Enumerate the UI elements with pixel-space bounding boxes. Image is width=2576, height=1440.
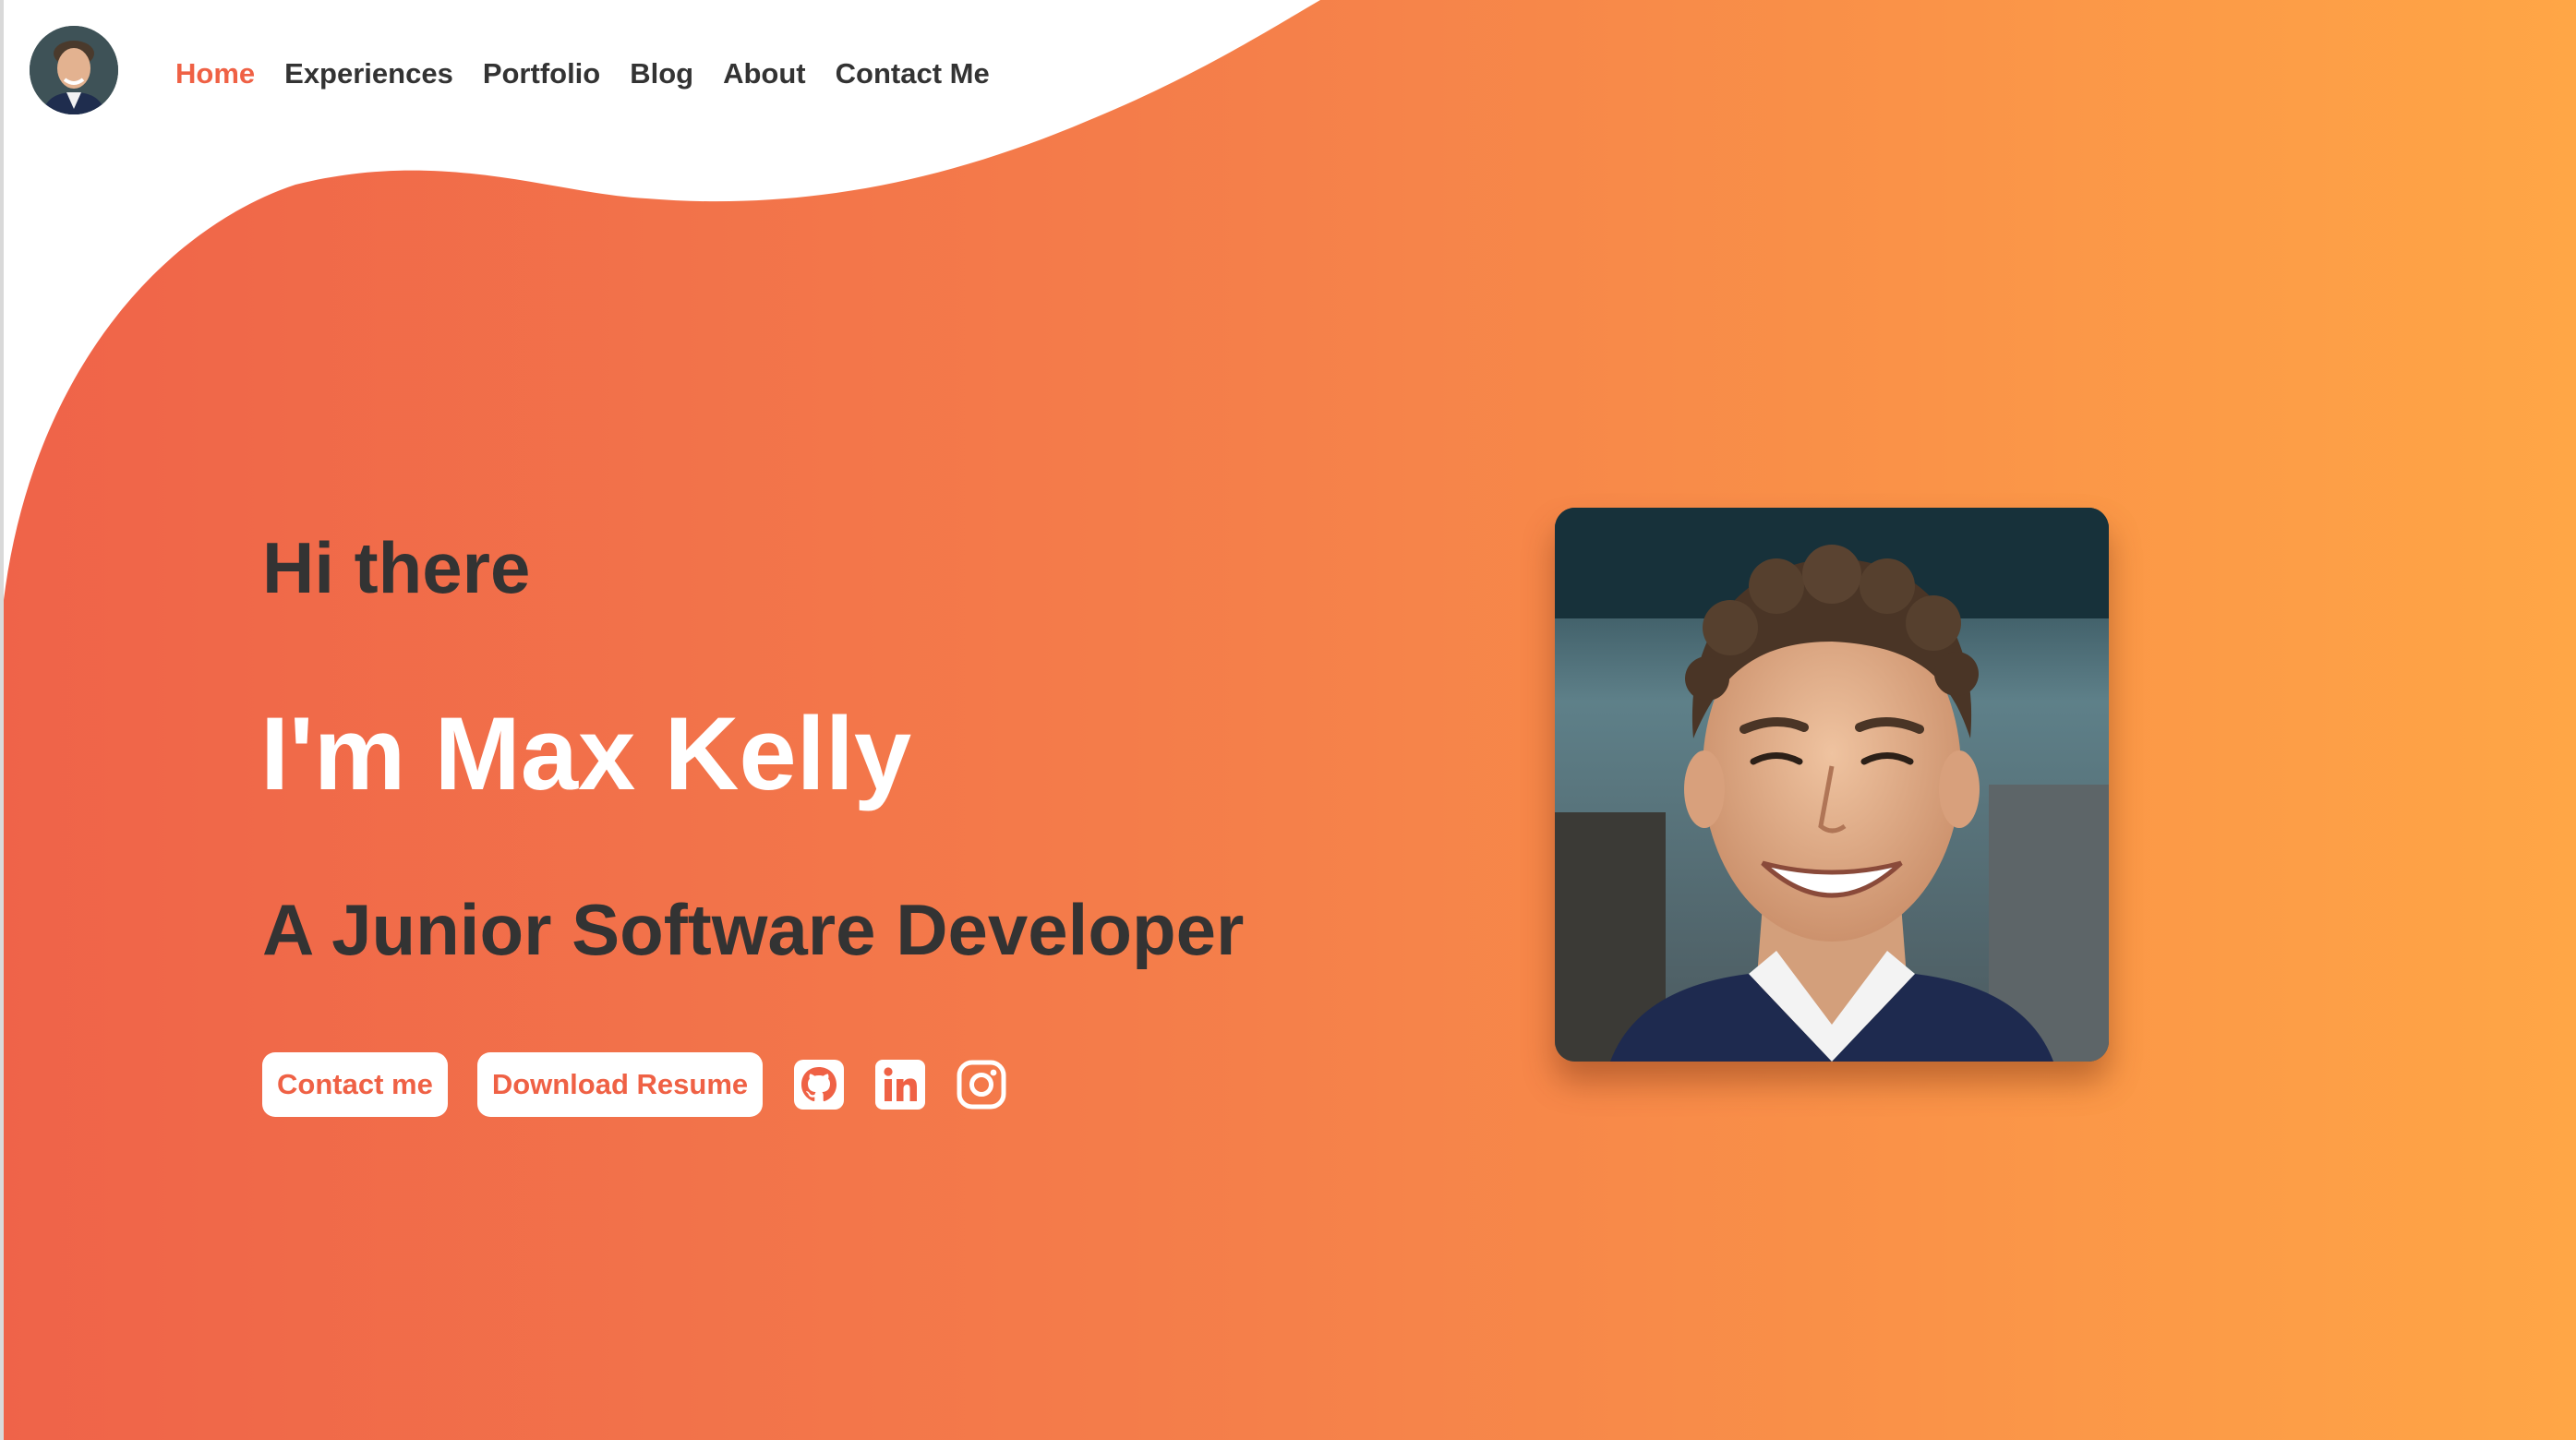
instagram-icon[interactable] bbox=[955, 1058, 1008, 1111]
nav-links: Home Experiences Portfolio Blog About Co… bbox=[175, 52, 1019, 96]
nav-link-experiences[interactable]: Experiences bbox=[284, 52, 453, 96]
nav-link-blog[interactable]: Blog bbox=[630, 52, 693, 96]
nav-link-portfolio[interactable]: Portfolio bbox=[483, 52, 600, 96]
nav-link-about[interactable]: About bbox=[723, 52, 806, 96]
hero-name: I'm Max Kelly bbox=[260, 696, 912, 811]
page-edge bbox=[0, 0, 4, 1440]
nav-avatar[interactable] bbox=[30, 26, 118, 114]
nav-link-contact-me[interactable]: Contact Me bbox=[836, 52, 990, 96]
github-icon[interactable] bbox=[792, 1058, 846, 1111]
top-nav: Home Experiences Portfolio Blog About Co… bbox=[0, 0, 1385, 148]
nav-link-home[interactable]: Home bbox=[175, 52, 255, 96]
portrait-photo bbox=[1555, 508, 2109, 1062]
hero-actions: Contact me Download Resume bbox=[262, 1052, 1036, 1117]
hero-greeting: Hi there bbox=[262, 527, 531, 608]
linkedin-icon[interactable] bbox=[873, 1058, 927, 1111]
contact-me-button[interactable]: Contact me bbox=[262, 1052, 448, 1117]
download-resume-button[interactable]: Download Resume bbox=[476, 1052, 764, 1117]
hero-role: A Junior Software Developer bbox=[262, 889, 1245, 970]
page: Home Experiences Portfolio Blog About Co… bbox=[0, 0, 2576, 1440]
